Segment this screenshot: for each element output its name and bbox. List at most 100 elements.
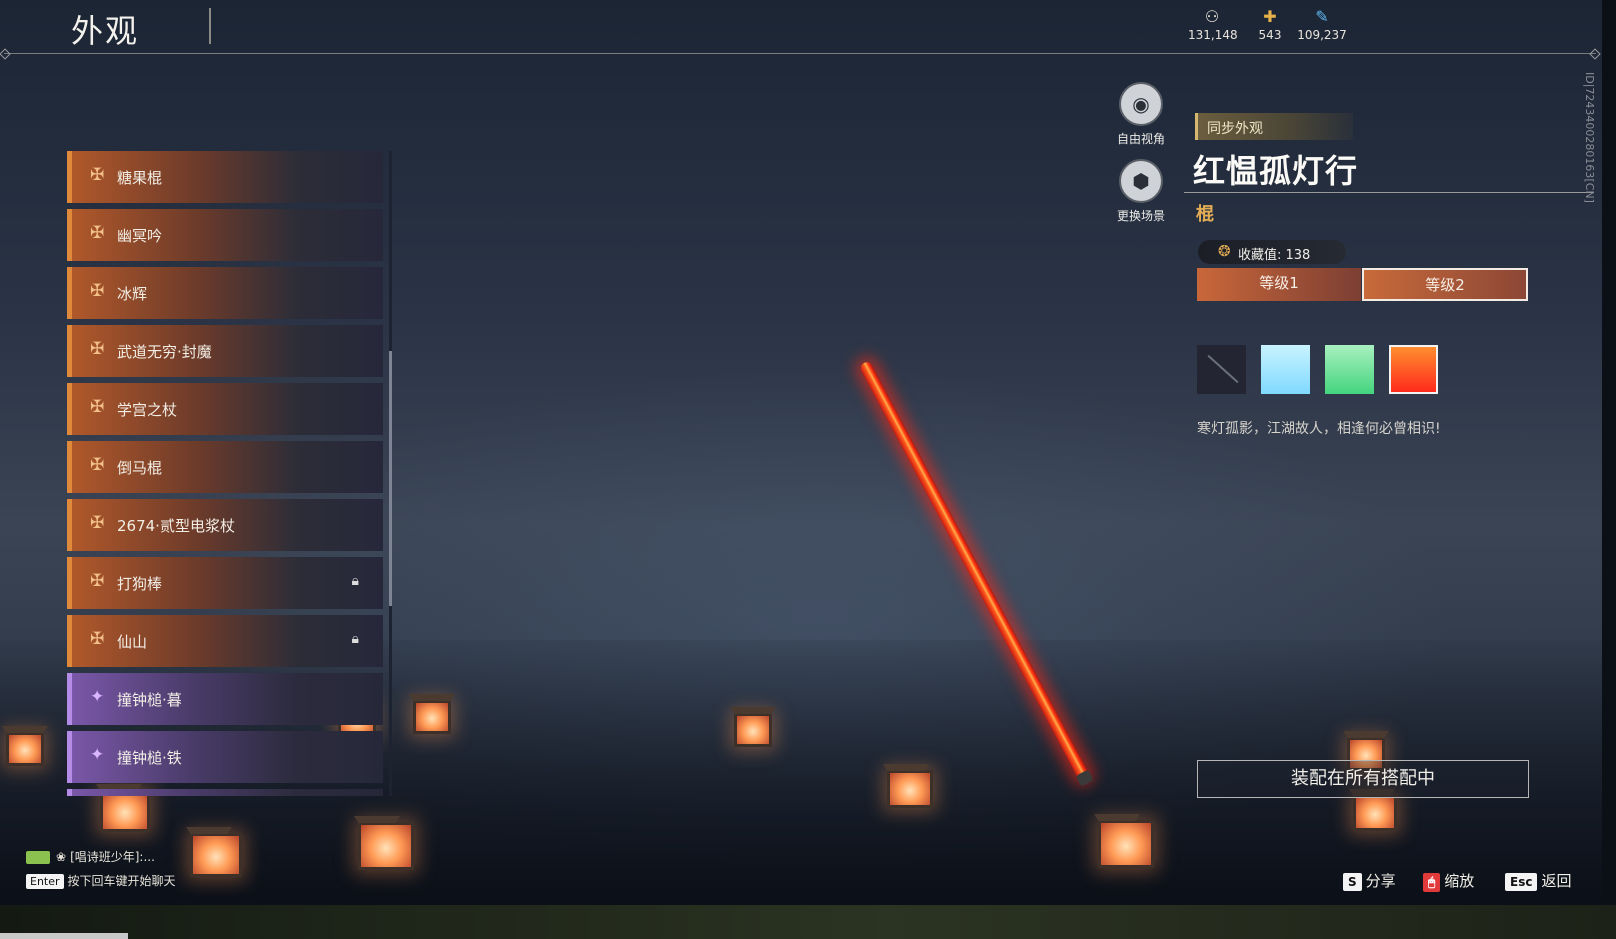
equip-all-button[interactable]: 装配在所有搭配中 [1197, 760, 1529, 798]
item-rarity-icon: ✠ [90, 455, 105, 475]
chat-channel-icon [26, 851, 50, 864]
list-scrollbar[interactable] [389, 151, 392, 796]
lock-icon: 🔒︎ [351, 573, 359, 589]
lantern [190, 833, 242, 877]
esc-key: Esc [1505, 873, 1538, 891]
lantern [1098, 820, 1154, 868]
lantern [413, 700, 451, 734]
bottom-strip [0, 905, 1616, 939]
currency-ticket[interactable]: ✚ 543 [1252, 7, 1288, 43]
lantern [734, 713, 772, 747]
color-swatch-blue[interactable] [1261, 345, 1310, 394]
collection-value-badge: ❂ 收藏值: 138 [1198, 240, 1346, 264]
list-item-label: 糖果棍 [117, 169, 163, 187]
change-scene-label: 更换场景 [1116, 209, 1165, 223]
list-item-partial[interactable] [67, 789, 383, 796]
currency-value: 109,237 [1297, 28, 1347, 42]
list-item[interactable]: ✠ 幽冥吟 [67, 209, 383, 261]
header-divider [209, 8, 211, 44]
currency-value: 543 [1258, 28, 1282, 42]
list-item-label: 仙山 [117, 633, 148, 651]
item-name: 红愠孤灯行 [1193, 152, 1359, 190]
zoom-label: 缩放 [1444, 872, 1475, 890]
list-item[interactable]: ✠ 仙山 🔒︎ [67, 615, 383, 667]
chat-message: [唱诗班少年]:... [70, 850, 155, 864]
feather-icon: ✎ [1315, 7, 1329, 26]
lantern [100, 790, 150, 832]
level-2-tab[interactable]: 等级2 [1362, 268, 1528, 301]
chat-hint: Enter 按下回车键开始聊天 [26, 872, 176, 889]
cube-icon: ⬢ [1119, 159, 1163, 203]
progress-bar [0, 933, 128, 939]
list-item[interactable]: ✦ 撞钟槌·暮 [67, 673, 383, 725]
sync-appearance-tag[interactable]: 同步外观 [1195, 113, 1353, 140]
item-rarity-icon: ✠ [90, 571, 105, 591]
free-view-label: 自由视角 [1116, 132, 1165, 146]
list-item-label: 撞钟槌·暮 [117, 691, 182, 709]
item-rarity-icon: ✠ [90, 165, 105, 185]
list-item[interactable]: ✠ 打狗棒 🔒︎ [67, 557, 383, 609]
item-rarity-icon: ✠ [90, 629, 105, 649]
list-item[interactable]: ✠ 倒马棍 [67, 441, 383, 493]
scrollbar-thumb[interactable] [389, 351, 392, 606]
lotus-icon: ❀ [56, 850, 67, 864]
item-rarity-icon: ✦ [90, 745, 105, 765]
item-description: 寒灯孤影，江湖故人，相逢何必曾相识! [1197, 421, 1441, 437]
right-edge [1602, 0, 1616, 939]
list-item-label: 学宫之杖 [117, 401, 178, 419]
lock-icon: 🔒︎ [351, 631, 359, 647]
list-item-label: 打狗棒 [117, 575, 163, 593]
chat-line[interactable]: ❀ [唱诗班少年]:... [26, 848, 155, 865]
camera-icon: ◉ [1119, 82, 1163, 126]
collection-value: 收藏值: 138 [1238, 248, 1311, 263]
color-swatch-green[interactable] [1325, 345, 1374, 394]
currency-feather[interactable]: ✎ 109,237 [1297, 7, 1347, 43]
zoom-action[interactable]: 🖱 缩放 [1423, 870, 1474, 892]
item-rarity-icon: ✠ [90, 281, 105, 301]
change-scene-button[interactable]: ⬢ 更换场景 [1106, 159, 1176, 224]
back-action[interactable]: Esc 返回 [1505, 870, 1571, 891]
enter-key: Enter [26, 874, 64, 889]
share-label: 分享 [1365, 872, 1396, 890]
item-rarity-icon: ✠ [90, 339, 105, 359]
lantern [887, 770, 933, 808]
mouse-icon: 🖱 [1423, 873, 1441, 892]
lantern [6, 732, 44, 766]
ticket-icon: ✚ [1263, 7, 1277, 26]
list-item[interactable]: ✠ 2674·贰型电浆杖 [67, 499, 383, 551]
color-swatch-red[interactable] [1389, 345, 1438, 394]
divider [1184, 192, 1594, 193]
currency-coin[interactable]: ⚇ 131,148 [1188, 7, 1238, 43]
share-key: S [1343, 873, 1362, 891]
item-rarity-icon: ✠ [90, 223, 105, 243]
share-action[interactable]: S 分享 [1343, 870, 1396, 891]
sync-appearance-label: 同步外观 [1207, 121, 1263, 137]
page-title: 外观 [71, 12, 140, 50]
player-id: ID|7243400280163[CN] [1583, 72, 1596, 203]
list-item-label: 冰辉 [117, 285, 148, 303]
list-item-label: 幽冥吟 [117, 227, 163, 245]
chat-hint-text: 按下回车键开始聊天 [67, 874, 176, 888]
collection-icon: ❂ [1218, 242, 1231, 260]
appearance-list[interactable]: ✠ 糖果棍 ✠ 幽冥吟 ✠ 冰辉 ✠ 武道无穷·封魔 ✠ 学宫之杖 ✠ 倒马棍 … [67, 151, 383, 796]
lantern [1353, 795, 1397, 831]
coin-icon: ⚇ [1204, 7, 1220, 26]
color-swatch-none[interactable] [1197, 345, 1246, 394]
list-item[interactable]: ✠ 学宫之杖 [67, 383, 383, 435]
list-item[interactable]: ✠ 冰辉 [67, 267, 383, 319]
list-item[interactable]: ✠ 武道无穷·封魔 [67, 325, 383, 377]
list-item-label: 武道无穷·封魔 [117, 343, 212, 361]
list-item-label: 倒马棍 [117, 459, 163, 477]
list-item[interactable]: ✦ 撞钟槌·铁 [67, 731, 383, 783]
list-item[interactable]: ✠ 糖果棍 [67, 151, 383, 203]
header-line [4, 53, 1596, 54]
list-item-label: 撞钟槌·铁 [117, 749, 182, 767]
lantern [358, 822, 414, 870]
item-type: 棍 [1196, 204, 1214, 225]
free-view-button[interactable]: ◉ 自由视角 [1106, 82, 1176, 147]
back-label: 返回 [1541, 872, 1572, 890]
currency-value: 131,148 [1188, 28, 1238, 42]
list-item-label: 2674·贰型电浆杖 [117, 517, 235, 535]
item-rarity-icon: ✠ [90, 397, 105, 417]
level-1-tab[interactable]: 等级1 [1197, 268, 1361, 301]
